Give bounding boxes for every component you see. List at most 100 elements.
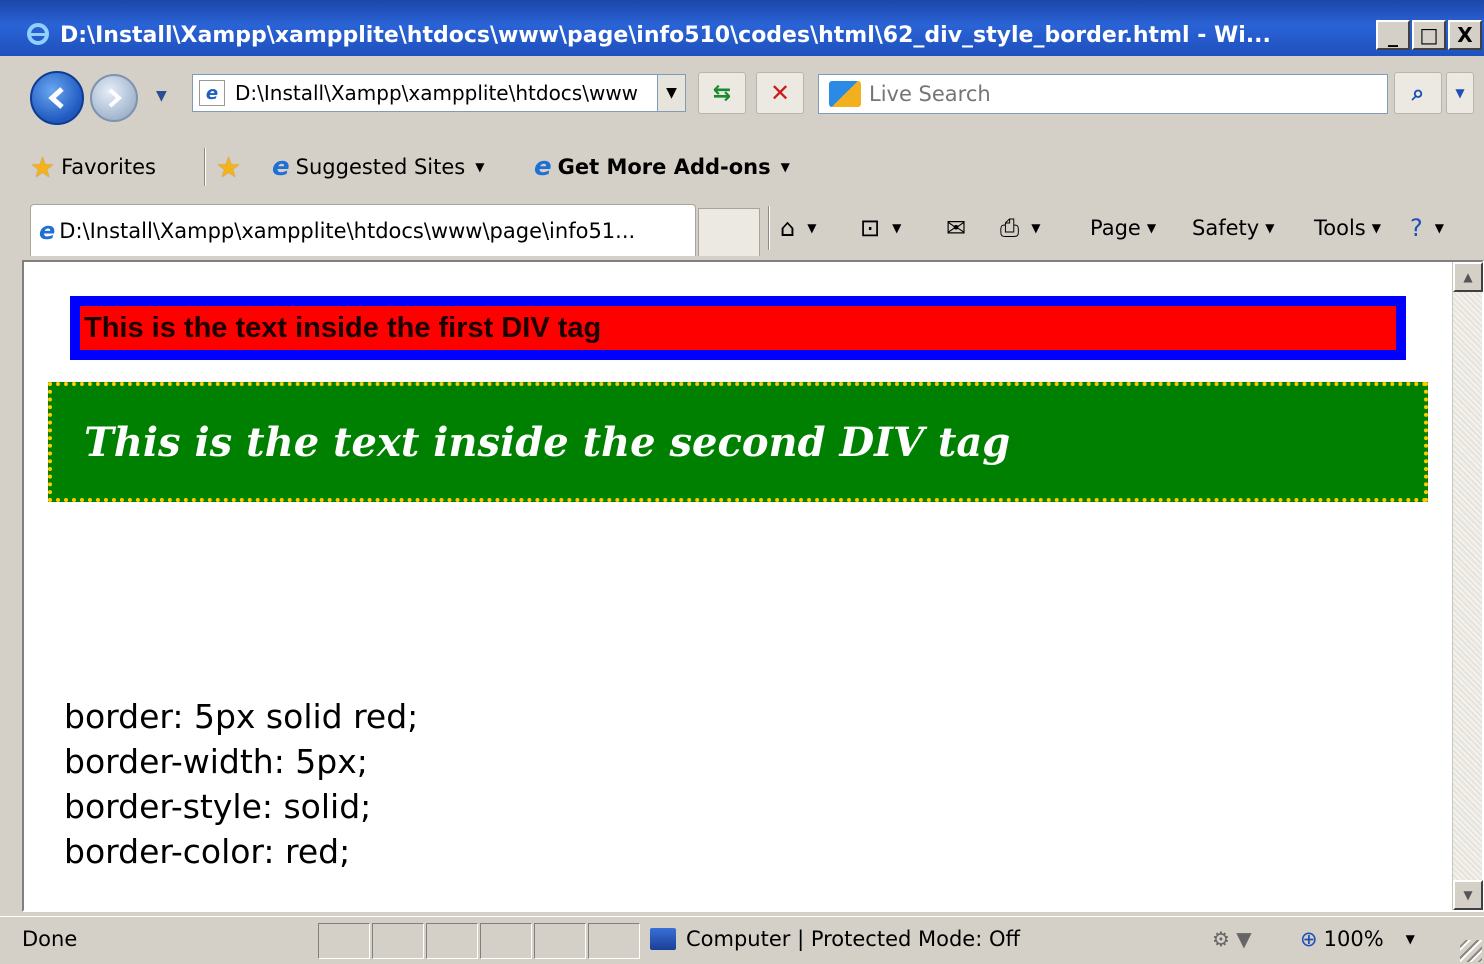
status-cell: [372, 923, 424, 959]
page-viewport[interactable]: This is the text inside the first DIV ta…: [22, 260, 1484, 912]
css-note-line: border-width: 5px;: [64, 742, 368, 781]
chevron-down-icon: ▼: [1405, 932, 1415, 946]
forward-arrow-icon: [108, 88, 123, 108]
chevron-down-icon: ▼: [1265, 221, 1275, 235]
chevron-down-icon: ▼: [1031, 221, 1041, 235]
print-icon: ⎙: [1000, 214, 1020, 242]
tools-menu-label: Tools: [1314, 216, 1366, 240]
favorites-label: Favorites: [61, 155, 156, 179]
favorites-separator: [204, 148, 206, 186]
print-button[interactable]: ⎙ ▼: [1000, 210, 1040, 246]
ie-logo-icon: [27, 23, 49, 45]
search-button[interactable]: ⌕: [1394, 72, 1442, 114]
back-button[interactable]: [30, 71, 84, 125]
css-note-line: border-color: red;: [64, 832, 351, 871]
tab-title: D:\Install\Xampp\xampplite\htdocs\www\pa…: [59, 218, 636, 243]
chevron-down-icon: ▼: [1371, 221, 1381, 235]
zoom-button[interactable]: ⊕ 100% ▼: [1300, 927, 1415, 951]
search-field[interactable]: [818, 74, 1388, 114]
search-icon: ⌕: [1411, 80, 1425, 106]
chevron-down-icon: ▼: [780, 160, 790, 174]
get-more-addons-label: Get More Add-ons: [557, 155, 771, 179]
forward-button[interactable]: [90, 74, 138, 122]
second-div-text: This is the text inside the second DIV t…: [84, 418, 1011, 466]
css-note-line: border-style: solid;: [64, 787, 372, 826]
tools-menu[interactable]: Tools ▼: [1314, 210, 1381, 246]
scroll-down-button[interactable]: ▼: [1453, 880, 1483, 910]
chevron-down-icon: ▼: [892, 221, 902, 235]
stop-button[interactable]: ✕: [756, 72, 804, 114]
window-title-bar[interactable]: D:\Install\Xampp\xampplite\htdocs\www\pa…: [0, 0, 1484, 56]
suggested-sites-label: Suggested Sites: [295, 155, 466, 179]
mail-icon: ✉: [946, 214, 967, 242]
chevron-down-icon: ▼: [1146, 221, 1157, 235]
page-menu[interactable]: Page ▼: [1090, 210, 1156, 246]
zoom-icon: ⊕: [1300, 927, 1318, 951]
address-text[interactable]: D:\Install\Xampp\xampplite\htdocs\www: [235, 81, 645, 105]
scroll-up-button[interactable]: ▲: [1453, 262, 1483, 292]
add-to-favorites-button[interactable]: ★: [216, 148, 247, 186]
status-bar: Done Computer | Protected Mode: Off ⚙ ▼ …: [0, 916, 1484, 964]
chevron-down-icon: ▼: [475, 160, 485, 174]
refresh-button[interactable]: ⇆: [698, 72, 746, 114]
navigation-bar: ▼ e D:\Install\Xampp\xampplite\htdocs\ww…: [0, 60, 1484, 138]
refresh-icon: ⇆: [712, 80, 732, 106]
zoom-level: 100%: [1323, 927, 1384, 951]
home-button[interactable]: ⌂ ▼: [780, 210, 816, 246]
chevron-down-icon: ▼: [1434, 221, 1444, 235]
status-cell: [534, 923, 586, 959]
computer-zone-icon: [650, 928, 676, 950]
new-tab-button[interactable]: [698, 208, 760, 256]
get-more-addons-button[interactable]: e Get More Add-ons ▼: [534, 148, 790, 186]
page-menu-label: Page: [1090, 216, 1141, 240]
home-icon: ⌂: [780, 214, 796, 242]
protected-mode-button[interactable]: ⚙ ▼: [1212, 927, 1252, 951]
status-cell: [588, 923, 640, 959]
address-dropdown-button[interactable]: ▼: [657, 75, 685, 111]
first-div-text: This is the text inside the first DIV ta…: [84, 311, 602, 344]
ie-logo-icon: e: [272, 152, 290, 182]
suggested-sites-button[interactable]: e Suggested Sites ▼: [272, 148, 484, 186]
back-arrow-icon: [48, 87, 64, 109]
resize-grip[interactable]: [1460, 940, 1482, 962]
favorites-bar: ★ Favorites ★ e Suggested Sites ▼ e Get …: [0, 140, 1484, 194]
status-cell: [318, 923, 370, 959]
status-cell: [480, 923, 532, 959]
stop-icon: ✕: [769, 79, 791, 107]
security-zone[interactable]: Computer | Protected Mode: Off: [650, 927, 1020, 951]
security-zone-label: Computer | Protected Mode: Off: [686, 927, 1020, 951]
page-icon: e: [199, 80, 225, 106]
read-mail-button[interactable]: ✉: [946, 210, 972, 246]
ie-logo-icon: e: [39, 216, 56, 245]
help-icon: ?: [1410, 214, 1423, 242]
add-favorite-icon: ★: [216, 150, 242, 184]
safety-menu[interactable]: Safety ▼: [1192, 210, 1274, 246]
address-field[interactable]: e D:\Install\Xampp\xampplite\htdocs\www …: [192, 74, 686, 112]
second-div-box: This is the text inside the second DIV t…: [48, 382, 1428, 502]
search-options-dropdown[interactable]: ▼: [1446, 72, 1474, 114]
help-button[interactable]: ? ▼: [1410, 210, 1444, 246]
status-cell: [426, 923, 478, 959]
tab-active[interactable]: e D:\Install\Xampp\xampplite\htdocs\www\…: [30, 204, 696, 256]
status-text: Done: [22, 927, 78, 951]
live-search-logo-icon: [829, 81, 861, 107]
rss-feed-icon: ⊡: [860, 214, 881, 242]
safety-menu-label: Safety: [1192, 216, 1260, 240]
tab-command-bar: e D:\Install\Xampp\xampplite\htdocs\www\…: [0, 196, 1484, 260]
minimize-button[interactable]: _: [1376, 20, 1410, 50]
vertical-scrollbar[interactable]: ▲ ▼: [1452, 262, 1483, 910]
first-div-inner: This is the text inside the first DIV ta…: [80, 306, 1396, 350]
star-icon: ★: [30, 150, 56, 184]
first-div-box: This is the text inside the first DIV ta…: [70, 296, 1406, 360]
css-notes: border: 5px solid red; border-width: 5px…: [64, 694, 418, 874]
search-input[interactable]: [869, 82, 1369, 106]
maximize-button[interactable]: □: [1412, 20, 1446, 50]
recent-pages-dropdown[interactable]: ▼: [156, 88, 167, 104]
css-note-line: border: 5px solid red;: [64, 697, 419, 736]
ie-logo-icon: e: [534, 152, 552, 182]
close-button[interactable]: X: [1448, 20, 1482, 50]
feeds-button[interactable]: ⊡ ▼: [860, 210, 901, 246]
chevron-down-icon: ▼: [807, 221, 817, 235]
command-separator: [768, 206, 770, 250]
favorites-button[interactable]: ★ Favorites: [30, 148, 156, 186]
